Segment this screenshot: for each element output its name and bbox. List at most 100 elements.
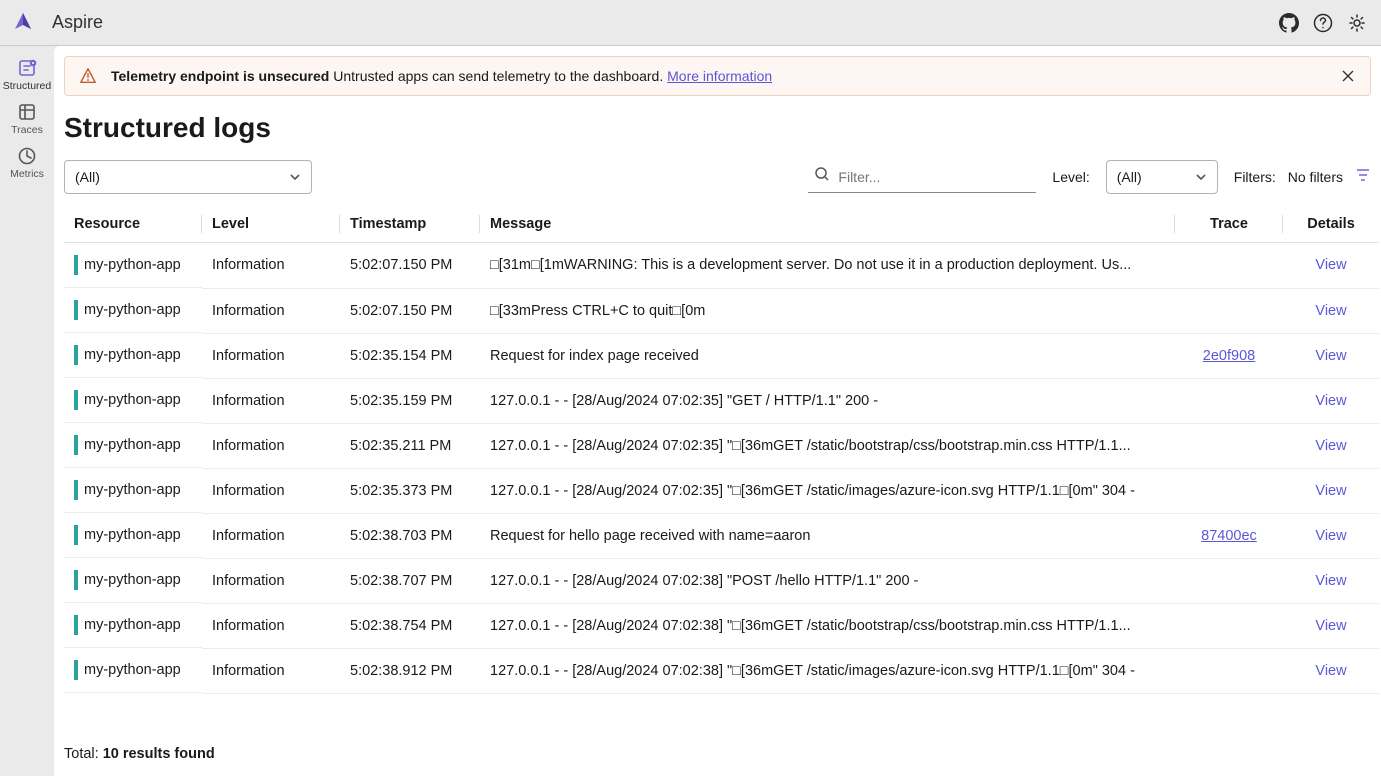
cell-level: Information bbox=[202, 648, 340, 693]
view-link[interactable]: View bbox=[1315, 483, 1346, 499]
resource-color-bar bbox=[74, 435, 78, 455]
warning-message: Telemetry endpoint is unsecured Untruste… bbox=[111, 68, 1326, 84]
sidebar-item-label: Structured bbox=[3, 80, 51, 92]
table-row: my-python-appInformation5:02:35.211 PM12… bbox=[64, 423, 1379, 468]
cell-details: View bbox=[1283, 288, 1379, 333]
total-value: 10 results found bbox=[103, 746, 215, 762]
level-select-value: (All) bbox=[1117, 169, 1142, 185]
cell-timestamp: 5:02:35.211 PM bbox=[340, 423, 480, 468]
cell-message: Request for hello page received with nam… bbox=[480, 513, 1175, 558]
gear-icon[interactable] bbox=[1347, 13, 1367, 33]
cell-level: Information bbox=[202, 378, 340, 423]
cell-level: Information bbox=[202, 333, 340, 378]
resource-color-bar bbox=[74, 300, 78, 320]
log-table-wrap: Resource Level Timestamp Message Trace D… bbox=[54, 206, 1381, 732]
page-title: Structured logs bbox=[54, 96, 1381, 152]
table-row: my-python-appInformation5:02:38.912 PM12… bbox=[64, 648, 1379, 693]
cell-message: □[31m□[1mWARNING: This is a development … bbox=[480, 243, 1175, 289]
resource-select-value: (All) bbox=[75, 169, 100, 185]
cell-trace bbox=[1175, 423, 1283, 468]
cell-level: Information bbox=[202, 603, 340, 648]
cell-trace bbox=[1175, 558, 1283, 603]
close-icon[interactable] bbox=[1340, 68, 1356, 84]
sidebar-item-metrics[interactable]: Metrics bbox=[0, 140, 54, 184]
th-message[interactable]: Message bbox=[480, 206, 1175, 243]
table-row: my-python-appInformation5:02:35.154 PMRe… bbox=[64, 333, 1379, 378]
cell-timestamp: 5:02:07.150 PM bbox=[340, 243, 480, 289]
github-icon[interactable] bbox=[1279, 13, 1299, 33]
view-link[interactable]: View bbox=[1315, 303, 1346, 319]
cell-timestamp: 5:02:07.150 PM bbox=[340, 288, 480, 333]
trace-link[interactable]: 2e0f908 bbox=[1203, 348, 1255, 364]
view-link[interactable]: View bbox=[1315, 257, 1346, 273]
resource-color-bar bbox=[74, 660, 78, 680]
cell-resource: my-python-app bbox=[64, 243, 202, 288]
cell-details: View bbox=[1283, 468, 1379, 513]
chevron-down-icon bbox=[1195, 171, 1207, 183]
view-link[interactable]: View bbox=[1315, 618, 1346, 634]
resource-color-bar bbox=[74, 525, 78, 545]
filter-add-icon[interactable] bbox=[1355, 167, 1371, 188]
metrics-icon bbox=[17, 146, 37, 166]
cell-details: View bbox=[1283, 558, 1379, 603]
cell-timestamp: 5:02:38.707 PM bbox=[340, 558, 480, 603]
view-link[interactable]: View bbox=[1315, 348, 1346, 364]
cell-details: View bbox=[1283, 648, 1379, 693]
th-details[interactable]: Details bbox=[1283, 206, 1379, 243]
view-link[interactable]: View bbox=[1315, 573, 1346, 589]
more-info-link[interactable]: More information bbox=[667, 68, 772, 84]
cell-trace bbox=[1175, 648, 1283, 693]
chevron-down-icon bbox=[289, 171, 301, 183]
view-link[interactable]: View bbox=[1315, 663, 1346, 679]
warning-text: Untrusted apps can send telemetry to the… bbox=[329, 68, 667, 84]
level-select[interactable]: (All) bbox=[1106, 160, 1218, 194]
warning-bold: Telemetry endpoint is unsecured bbox=[111, 68, 329, 84]
view-link[interactable]: View bbox=[1315, 528, 1346, 544]
cell-resource: my-python-app bbox=[64, 513, 202, 558]
resource-color-bar bbox=[74, 480, 78, 500]
cell-level: Information bbox=[202, 513, 340, 558]
cell-level: Information bbox=[202, 243, 340, 289]
cell-trace: 87400ec bbox=[1175, 513, 1283, 558]
cell-details: View bbox=[1283, 423, 1379, 468]
filter-input[interactable] bbox=[838, 169, 1030, 185]
th-trace[interactable]: Trace bbox=[1175, 206, 1283, 243]
sidebar-item-label: Metrics bbox=[10, 168, 44, 180]
cell-message: 127.0.0.1 - - [28/Aug/2024 07:02:35] "GE… bbox=[480, 378, 1175, 423]
cell-timestamp: 5:02:35.154 PM bbox=[340, 333, 480, 378]
total-label: Total: bbox=[64, 746, 103, 762]
help-icon[interactable] bbox=[1313, 13, 1333, 33]
cell-message: 127.0.0.1 - - [28/Aug/2024 07:02:35] "□[… bbox=[480, 423, 1175, 468]
search-icon bbox=[814, 166, 830, 187]
cell-trace bbox=[1175, 603, 1283, 648]
cell-details: View bbox=[1283, 513, 1379, 558]
cell-message: □[33mPress CTRL+C to quit□[0m bbox=[480, 288, 1175, 333]
cell-resource: my-python-app bbox=[64, 333, 202, 378]
th-timestamp[interactable]: Timestamp bbox=[340, 206, 480, 243]
table-row: my-python-appInformation5:02:07.150 PM□[… bbox=[64, 288, 1379, 333]
cell-message: 127.0.0.1 - - [28/Aug/2024 07:02:38] "PO… bbox=[480, 558, 1175, 603]
cell-resource: my-python-app bbox=[64, 468, 202, 513]
filter-controls: (All) Level: (All) Filters: No filters bbox=[54, 152, 1381, 206]
sidebar-item-structured[interactable]: Structured bbox=[0, 52, 54, 96]
log-table: Resource Level Timestamp Message Trace D… bbox=[64, 206, 1379, 694]
resource-select[interactable]: (All) bbox=[64, 160, 312, 194]
level-label: Level: bbox=[1052, 169, 1089, 185]
trace-link[interactable]: 87400ec bbox=[1201, 528, 1257, 544]
view-link[interactable]: View bbox=[1315, 438, 1346, 454]
cell-level: Information bbox=[202, 468, 340, 513]
table-row: my-python-appInformation5:02:38.754 PM12… bbox=[64, 603, 1379, 648]
cell-timestamp: 5:02:38.912 PM bbox=[340, 648, 480, 693]
cell-trace bbox=[1175, 243, 1283, 289]
cell-trace bbox=[1175, 288, 1283, 333]
sidebar-item-traces[interactable]: Traces bbox=[0, 96, 54, 140]
th-resource[interactable]: Resource bbox=[64, 206, 202, 243]
cell-details: View bbox=[1283, 603, 1379, 648]
resource-color-bar bbox=[74, 345, 78, 365]
th-level[interactable]: Level bbox=[202, 206, 340, 243]
cell-details: View bbox=[1283, 333, 1379, 378]
filter-input-wrapper bbox=[808, 161, 1036, 193]
view-link[interactable]: View bbox=[1315, 393, 1346, 409]
table-row: my-python-appInformation5:02:35.159 PM12… bbox=[64, 378, 1379, 423]
cell-resource: my-python-app bbox=[64, 558, 202, 603]
